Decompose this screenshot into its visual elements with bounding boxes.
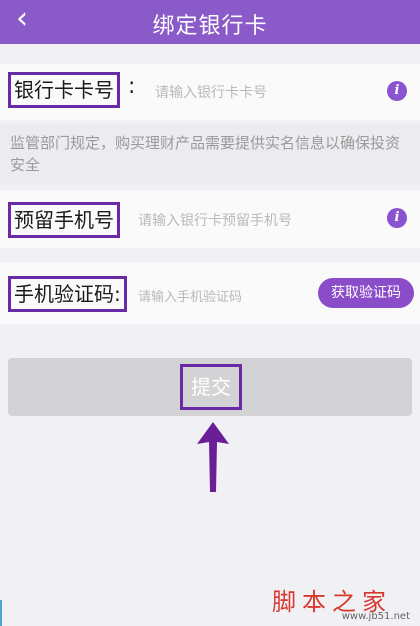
submit-button[interactable]: 提交 (8, 358, 412, 416)
verify-input[interactable]: 请输入手机验证码 (138, 286, 242, 305)
card-number-input[interactable]: 请输入银行卡卡号 (155, 82, 267, 102)
watermark-url: www.jb51.net (341, 611, 410, 622)
info-icon[interactable]: i (387, 208, 407, 228)
edge-marker (0, 600, 2, 626)
card-number-separator: : (128, 74, 136, 99)
notice-text: 监管部门规定，购买理财产品需要提供实名信息以确保投资安全 (10, 134, 401, 174)
phone-input[interactable]: 请输入银行卡预留手机号 (138, 210, 292, 230)
header-bar: ‹ 绑定银行卡 (0, 0, 420, 44)
page-title: 绑定银行卡 (152, 14, 268, 39)
phone-row: 预留手机号 请输入银行卡预留手机号 i (0, 190, 420, 248)
verify-row: 手机验证码: 请输入手机验证码 获取验证码 (0, 262, 420, 324)
notice-box: 监管部门规定，购买理财产品需要提供实名信息以确保投资安全 (0, 124, 420, 184)
verify-label: 手机验证码: (8, 276, 127, 312)
card-number-label: 银行卡卡号 (8, 72, 120, 108)
watermark: 脚本之家 www.jb51.net (272, 582, 412, 622)
get-code-button[interactable]: 获取验证码 (318, 278, 414, 308)
annotation-arrow-icon (197, 422, 229, 492)
phone-label: 预留手机号 (8, 202, 120, 238)
card-number-row: 银行卡卡号 : 请输入银行卡卡号 i (0, 64, 420, 120)
submit-label: 提交 (180, 364, 242, 410)
info-icon[interactable]: i (387, 81, 407, 101)
